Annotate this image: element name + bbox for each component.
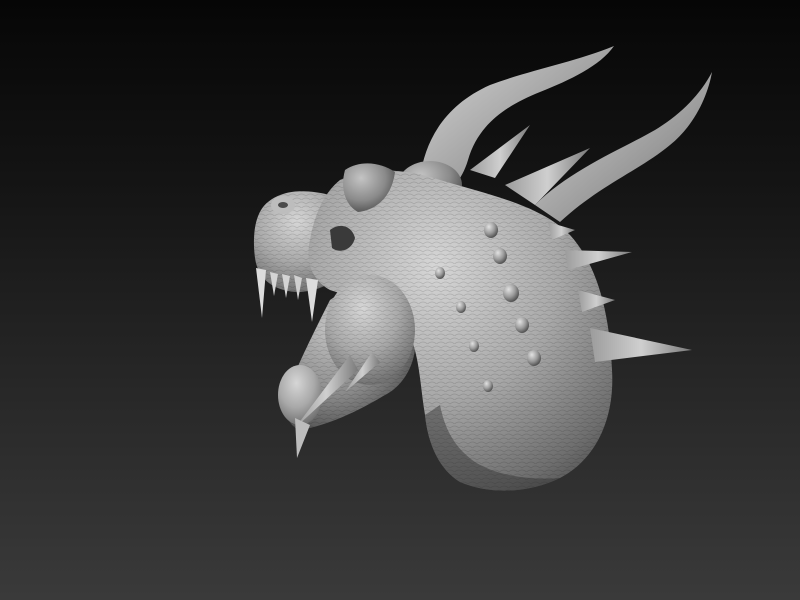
3d-viewport[interactable] <box>0 0 800 600</box>
back-horn-right <box>535 72 712 222</box>
dragon-head-sculpt[interactable] <box>0 0 800 600</box>
